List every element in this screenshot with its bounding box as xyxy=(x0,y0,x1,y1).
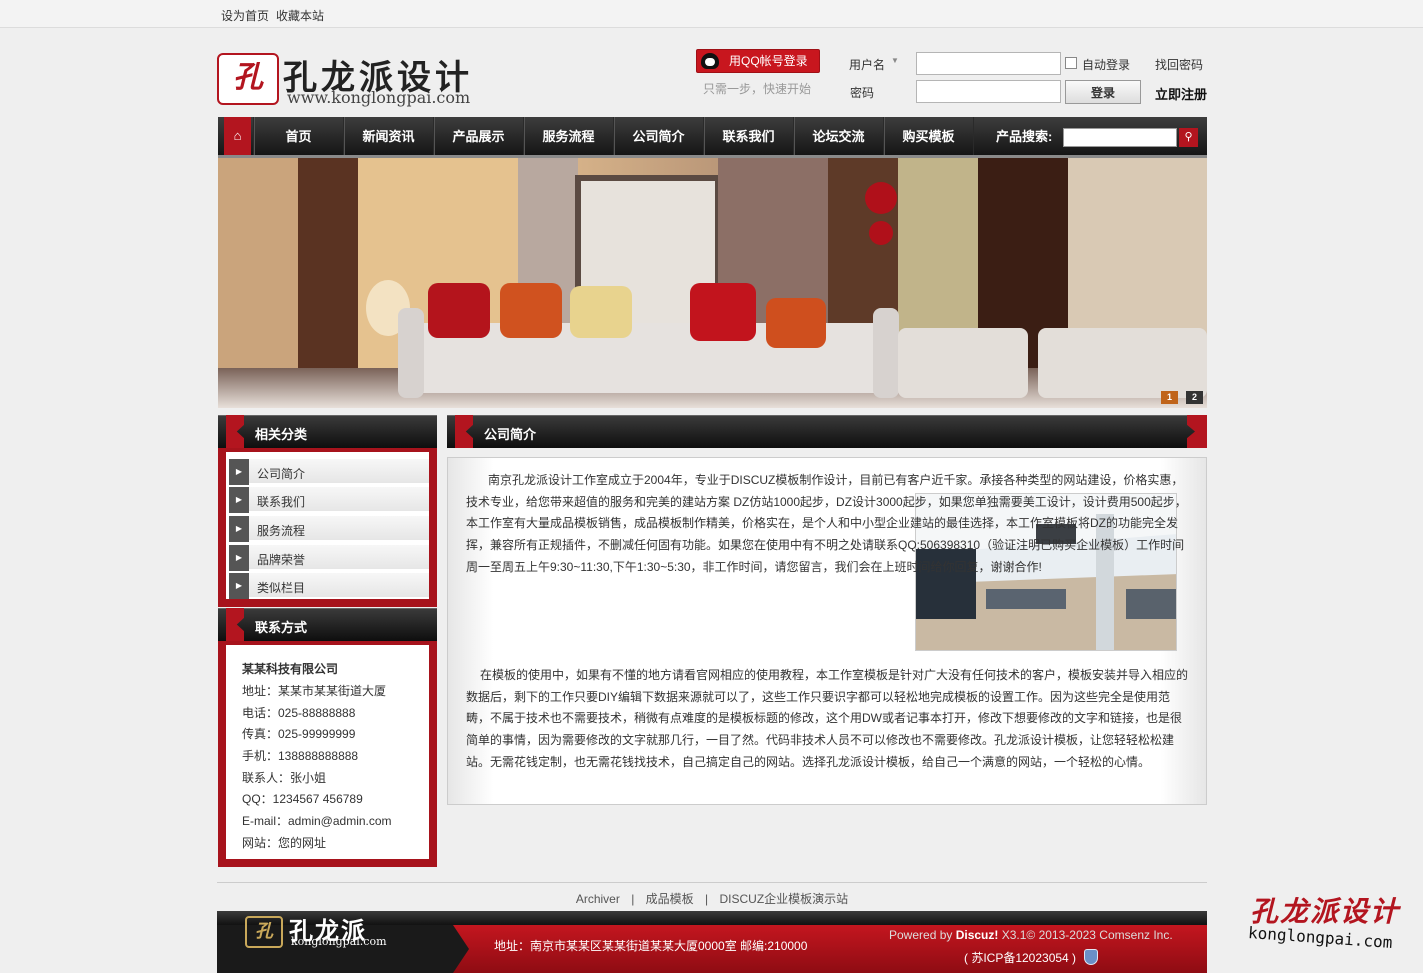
auto-login-label[interactable]: 自动登录 xyxy=(1082,56,1130,73)
nav-item-buy[interactable]: 购买模板 xyxy=(883,117,973,155)
chevron-down-icon[interactable]: ▼ xyxy=(891,56,899,65)
nav-item-forum[interactable]: 论坛交流 xyxy=(793,117,883,155)
contact-person: 联系人：张小姐 xyxy=(242,771,327,785)
nav-item-service[interactable]: 服务流程 xyxy=(523,117,613,155)
banner-page-1[interactable]: 1 xyxy=(1161,391,1178,404)
title-marker-right xyxy=(1187,415,1207,448)
category-panel: ▶ 公司简介 ▶ 联系我们 ▶ 服务流程 ▶ 品牌荣誉 ▶ 类似栏目 xyxy=(218,448,437,607)
product-search-input[interactable] xyxy=(1063,128,1177,147)
main-title: 公司简介 xyxy=(484,427,537,442)
site-logo[interactable]: 孔 孔龙派设计 www.konglongpai.com xyxy=(217,50,527,110)
qq-login-button[interactable]: 用QQ帐号登录 xyxy=(696,49,820,73)
main-panel-header: 公司简介 xyxy=(447,415,1207,448)
qq-login-label: 用QQ帐号登录 xyxy=(729,54,808,68)
title-marker xyxy=(455,415,473,448)
title-marker xyxy=(226,608,244,641)
site-footer: 孔 孔龙派 konglongpai.com 地址：南京市某某区某某街道某某大厦0… xyxy=(217,911,1207,973)
username-label[interactable]: 用户名 xyxy=(849,56,885,73)
bookmark-link[interactable]: 收藏本站 xyxy=(276,7,324,24)
contact-fax: 传真：025-99999999 xyxy=(242,727,356,741)
banner-image xyxy=(218,158,1207,408)
demo-site-link[interactable]: DISCUZ企业模板演示站 xyxy=(719,892,848,906)
nav-item-news[interactable]: 新闻资讯 xyxy=(343,117,433,155)
footer-separator: | xyxy=(631,892,635,906)
sidebar-item-label: 公司简介 xyxy=(257,467,306,481)
set-homepage-link[interactable]: 设为首页 xyxy=(221,7,269,24)
category-title: 相关分类 xyxy=(255,427,308,442)
footer-logo-seal: 孔 xyxy=(245,916,283,948)
footer-links: Archiver | 成品模板 | DISCUZ企业模板演示站 xyxy=(217,882,1207,909)
search-icon[interactable]: ⚲ xyxy=(1179,128,1198,147)
sidebar-item-label: 类似栏目 xyxy=(257,581,306,595)
username-input[interactable] xyxy=(916,52,1061,75)
banner-page-2[interactable]: 2 xyxy=(1186,391,1203,404)
banner-slideshow[interactable]: 1 2 xyxy=(218,158,1207,408)
intro-paragraph-1: 南京孔龙派设计工作室成立于2004年，专业于DISCUZ模板制作设计，目前已有客… xyxy=(466,473,1187,574)
footer-logo-url: konglongpai.com xyxy=(291,935,387,948)
contact-panel-header: 联系方式 xyxy=(218,608,437,641)
contact-mobile: 手机：138888888888 xyxy=(242,749,359,763)
category-panel-header: 相关分类 xyxy=(218,415,437,448)
discuz-link[interactable]: Discuz! xyxy=(956,928,999,942)
sidebar-item-similar[interactable]: ▶ 类似栏目 xyxy=(229,573,429,599)
arrow-right-icon: ▶ xyxy=(229,545,249,571)
nav-item-products[interactable]: 产品展示 xyxy=(433,117,523,155)
qq-login-subtext: 只需一步，快速开始 xyxy=(703,82,812,96)
police-badge-icon[interactable] xyxy=(1084,949,1098,965)
sidebar-item-label: 品牌荣誉 xyxy=(257,553,306,567)
footer-address: 地址：南京市某某区某某街道某某大厦0000室 邮编:210000 xyxy=(494,939,808,953)
powered-by: Powered by Discuz! X3.1© 2013-2023 Comse… xyxy=(889,928,1173,942)
sidebar-item-contact[interactable]: ▶ 联系我们 xyxy=(229,487,429,513)
contact-website: 网站：您的网址 xyxy=(242,836,327,850)
register-link[interactable]: 立即注册 xyxy=(1155,84,1207,103)
contact-phone: 电话：025-88888888 xyxy=(242,706,356,720)
contact-panel: 某某科技有限公司 地址：某某市某某街道大厦 电话：025-88888888 传真… xyxy=(218,641,437,867)
sidebar-item-label: 服务流程 xyxy=(257,524,306,538)
forgot-password-link[interactable]: 找回密码 xyxy=(1155,56,1203,73)
qq-penguin-icon xyxy=(701,53,719,69)
arrow-right-icon: ▶ xyxy=(229,516,249,542)
company-name: 某某科技有限公司 xyxy=(242,662,339,676)
auto-login-checkbox[interactable] xyxy=(1065,57,1077,69)
logo-url: www.konglongpai.com xyxy=(287,88,471,107)
arrow-right-icon: ▶ xyxy=(229,459,249,485)
nav-item-home[interactable]: 首页 xyxy=(253,117,343,155)
arrow-right-icon: ▶ xyxy=(229,573,249,599)
sidebar-item-about[interactable]: ▶ 公司简介 xyxy=(229,459,429,485)
contact-qq: QQ：1234567 456789 xyxy=(242,792,363,806)
sidebar-item-label: 联系我们 xyxy=(257,495,306,509)
templates-link[interactable]: 成品模板 xyxy=(646,892,694,906)
logo-seal: 孔 xyxy=(217,53,279,105)
contact-email: E-mail：admin@admin.com xyxy=(242,814,392,828)
arrow-right-icon: ▶ xyxy=(229,487,249,513)
contact-title: 联系方式 xyxy=(255,620,308,635)
nav-item-contact[interactable]: 联系我们 xyxy=(703,117,793,155)
footer-separator: | xyxy=(705,892,709,906)
title-marker xyxy=(226,415,244,448)
login-button[interactable]: 登录 xyxy=(1065,80,1141,104)
home-icon[interactable]: ⌂ xyxy=(224,117,251,155)
password-label: 密码 xyxy=(850,86,875,100)
main-nav: ⌂ 首页 新闻资讯 产品展示 服务流程 公司简介 联系我们 论坛交流 购买模板 … xyxy=(218,117,1207,158)
product-search-label: 产品搜索: xyxy=(996,129,1053,144)
top-bar: 设为首页 收藏本站 xyxy=(0,0,1423,28)
watermark-logo: 孔龙派设计 konglongpai.com xyxy=(1240,890,1420,970)
icp-link[interactable]: ( 苏ICP备12023054 ) xyxy=(964,949,1076,966)
contact-address: 地址：某某市某某街道大厦 xyxy=(242,684,387,698)
intro-paragraph-2: 在模板的使用中，如果有不懂的地方请看官网相应的使用教程，本工作室模板是针对广大没… xyxy=(466,668,1189,769)
main-content: 南京孔龙派设计工作室成立于2004年，专业于DISCUZ模板制作设计，目前已有客… xyxy=(447,457,1207,805)
sidebar-item-honor[interactable]: ▶ 品牌荣誉 xyxy=(229,545,429,571)
sidebar-item-service[interactable]: ▶ 服务流程 xyxy=(229,516,429,542)
password-input[interactable] xyxy=(916,80,1061,103)
nav-item-about[interactable]: 公司简介 xyxy=(613,117,703,155)
archiver-link[interactable]: Archiver xyxy=(576,892,620,906)
